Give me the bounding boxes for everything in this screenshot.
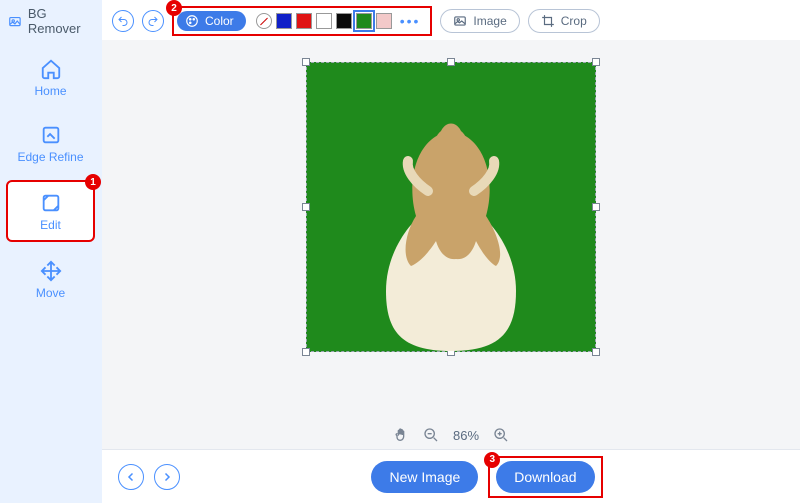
new-image-button[interactable]: New Image [371, 461, 478, 493]
swatch-none[interactable] [256, 13, 272, 29]
chevron-right-icon [161, 471, 173, 483]
brand-name: BG Remover [28, 6, 93, 36]
sidebar-item-label: Home [34, 84, 66, 98]
resize-handle-r[interactable] [592, 203, 600, 211]
artboard[interactable] [306, 62, 596, 352]
brand-icon [8, 13, 22, 29]
zoom-in-icon[interactable] [493, 427, 509, 443]
resize-handle-t[interactable] [447, 58, 455, 66]
sidebar-item-move[interactable]: Move [2, 250, 99, 308]
callout-badge: 1 [85, 174, 101, 190]
sidebar-item-label: Move [36, 286, 65, 300]
callout-badge: 3 [484, 452, 500, 468]
toolbar: 2 Color ••• Image [102, 0, 800, 40]
swatch-green[interactable] [356, 13, 372, 29]
undo-icon [117, 15, 129, 27]
palette-icon [185, 14, 199, 28]
main: 2 Color ••• Image [102, 0, 800, 503]
sidebar-item-edit[interactable]: 1 Edit [6, 180, 95, 242]
zoom-value: 86% [453, 428, 479, 443]
sidebar-item-edge-refine[interactable]: Edge Refine [2, 114, 99, 172]
chevron-left-icon [125, 471, 137, 483]
swatch-blue[interactable] [276, 13, 292, 29]
download-wrap: 3 Download [488, 456, 602, 498]
swatch-black[interactable] [336, 13, 352, 29]
next-button[interactable] [154, 464, 180, 490]
color-label: Color [205, 14, 234, 28]
resize-handle-l[interactable] [302, 203, 310, 211]
swatch-white[interactable] [316, 13, 332, 29]
edit-icon [40, 192, 62, 214]
brand: BG Remover [0, 0, 101, 40]
redo-icon [147, 15, 159, 27]
crop-label: Crop [561, 14, 587, 28]
image-button[interactable]: Image [440, 9, 519, 33]
pan-icon[interactable] [393, 427, 409, 443]
crop-icon [541, 14, 555, 28]
swatch-row: ••• [252, 13, 425, 29]
undo-button[interactable] [112, 10, 134, 32]
swatch-pink[interactable] [376, 13, 392, 29]
zoom-bar: 86% [102, 427, 800, 443]
sidebar: BG Remover Home Edge Refine 1 Edit Move [0, 0, 102, 503]
home-icon [40, 58, 62, 80]
sidebar-item-label: Edit [40, 218, 61, 232]
zoom-out-icon[interactable] [423, 427, 439, 443]
resize-handle-br[interactable] [592, 348, 600, 356]
image-label: Image [473, 14, 506, 28]
redo-button[interactable] [142, 10, 164, 32]
more-colors-button[interactable]: ••• [396, 13, 425, 29]
crop-button[interactable]: Crop [528, 9, 600, 33]
resize-handle-bl[interactable] [302, 348, 310, 356]
callout-badge: 2 [166, 0, 182, 16]
download-button[interactable]: Download [496, 461, 594, 493]
footer: New Image 3 Download [102, 449, 800, 503]
resize-handle-tr[interactable] [592, 58, 600, 66]
subject-image [346, 91, 556, 351]
canvas[interactable]: 86% [102, 40, 800, 449]
sidebar-item-label: Edge Refine [17, 150, 83, 164]
sidebar-item-home[interactable]: Home [2, 48, 99, 106]
color-group: 2 Color ••• [172, 6, 432, 36]
move-icon [40, 260, 62, 282]
resize-handle-tl[interactable] [302, 58, 310, 66]
edge-refine-icon [40, 124, 62, 146]
prev-button[interactable] [118, 464, 144, 490]
color-button[interactable]: Color [177, 11, 246, 31]
image-icon [453, 14, 467, 28]
swatch-red[interactable] [296, 13, 312, 29]
